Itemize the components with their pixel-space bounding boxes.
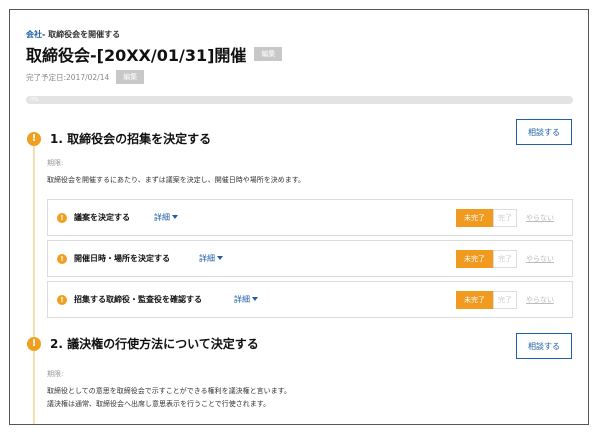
task-row: ! 開催日時・場所を決定する 詳細 未完了 完了 やらない — [47, 240, 573, 277]
step-2-period-label: 期限: — [47, 370, 64, 378]
status-incomplete-button[interactable]: 未完了 — [456, 250, 493, 268]
page-frame: 会社- 取締役会を開催する 取締役会-[20XX/01/31]開催 編集 完了予… — [9, 9, 589, 425]
task-detail-toggle[interactable]: 詳細 — [199, 253, 223, 264]
caret-down-icon — [172, 215, 178, 219]
step-2-description-line-2: 議決権は通常、取締役会へ出席し意思表示を行うことで行使されます。 — [47, 400, 271, 408]
step-2-header: ! 2. 議決権の行使方法について決定する — [27, 335, 259, 352]
step-1-consult-button[interactable]: 相談する — [516, 119, 572, 145]
task-detail-label: 詳細 — [199, 254, 215, 263]
status-complete-button[interactable]: 完了 — [493, 291, 517, 309]
status-skip-link[interactable]: やらない — [521, 291, 559, 309]
breadcrumb-current: 取締役会を開催する — [48, 30, 121, 39]
task-status-group: 未完了 完了 やらない — [456, 209, 559, 227]
caret-down-icon — [217, 256, 223, 260]
exclamation-icon: ! — [57, 213, 67, 223]
progress-text: 0% — [30, 97, 39, 103]
step-1-title: 1. 取締役会の招集を決定する — [50, 132, 212, 146]
status-incomplete-button[interactable]: 未完了 — [456, 209, 493, 227]
exclamation-icon: ! — [27, 336, 41, 351]
task-detail-label: 詳細 — [234, 295, 250, 304]
step-1-header: ! 1. 取締役会の招集を決定する — [27, 130, 211, 147]
status-complete-button[interactable]: 完了 — [493, 209, 517, 227]
exclamation-icon: ! — [57, 254, 67, 264]
exclamation-icon: ! — [57, 295, 67, 305]
step-2-consult-button[interactable]: 相談する — [516, 333, 572, 359]
task-status-group: 未完了 完了 やらない — [456, 291, 559, 309]
task-row: ! 招集する取締役・監査役を確認する 詳細 未完了 完了 やらない — [47, 281, 573, 318]
due-date-edit-button[interactable]: 編集 — [116, 70, 145, 84]
page-title: 取締役会-[20XX/01/31]開催 — [26, 46, 247, 65]
task-row: ! 議案を決定する 詳細 未完了 完了 やらない — [47, 199, 573, 236]
task-title: 議案を決定する — [74, 213, 130, 222]
caret-down-icon — [252, 297, 258, 301]
step-1-period-label: 期限: — [47, 159, 64, 167]
step-1-description: 取締役会を開催するにあたり、まずは議案を決定し、開催日時や場所を決めます。 — [47, 176, 306, 184]
task-detail-toggle[interactable]: 詳細 — [234, 294, 258, 305]
status-skip-link[interactable]: やらない — [521, 209, 559, 227]
title-row: 取締役会-[20XX/01/31]開催 編集 — [26, 42, 283, 66]
status-incomplete-button[interactable]: 未完了 — [456, 291, 493, 309]
status-skip-link[interactable]: やらない — [521, 250, 559, 268]
task-detail-label: 詳細 — [154, 213, 170, 222]
timeline-line — [33, 136, 35, 424]
step-2-title: 2. 議決権の行使方法について決定する — [50, 337, 259, 351]
breadcrumb: 会社- 取締役会を開催する — [26, 29, 120, 40]
title-edit-button[interactable]: 編集 — [254, 47, 283, 61]
due-date-row: 完了予定日:2017/02/14 編集 — [26, 70, 145, 84]
task-detail-toggle[interactable]: 詳細 — [154, 212, 178, 223]
exclamation-icon: ! — [27, 131, 41, 146]
task-title: 招集する取締役・監査役を確認する — [74, 295, 202, 304]
progress-bar: 0% — [26, 96, 573, 104]
breadcrumb-parent-link[interactable]: 会社 — [26, 30, 42, 39]
due-date-label: 完了予定日:2017/02/14 — [26, 72, 110, 82]
task-status-group: 未完了 完了 やらない — [456, 250, 559, 268]
step-2-description-line-1: 取締役としての意思を取締役会で示すことができる権利を議決権と言います。 — [47, 387, 291, 395]
task-title: 開催日時・場所を決定する — [74, 254, 170, 263]
status-complete-button[interactable]: 完了 — [493, 250, 517, 268]
